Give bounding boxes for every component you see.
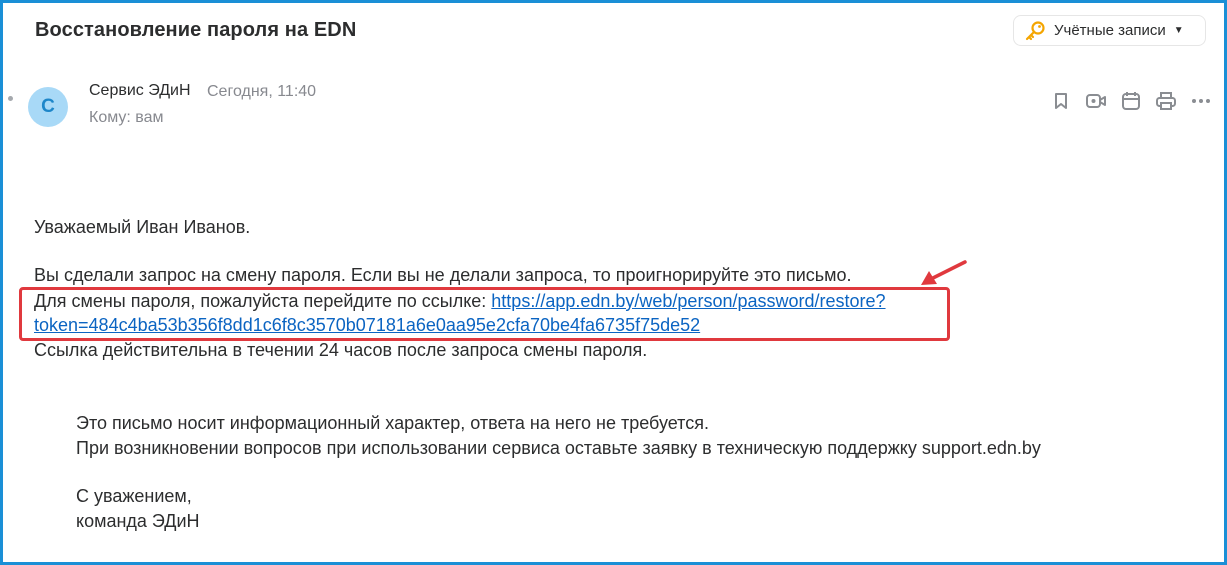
key-icon [1024, 20, 1046, 42]
info-notice: Это письмо носит информационный характер… [76, 413, 709, 433]
unread-indicator [8, 96, 13, 101]
message-date: Сегодня, 11:40 [207, 83, 317, 100]
request-notice: Вы сделали запрос на смену пароля. Если … [34, 265, 852, 285]
accounts-button[interactable]: Учётные записи ▼ [1013, 15, 1206, 46]
team-signature: команда ЭДиН [76, 511, 200, 531]
chevron-down-icon: ▼ [1173, 25, 1184, 36]
regards-text: С уважением, [76, 486, 192, 506]
bookmark-icon[interactable] [1049, 89, 1072, 112]
email-subject: Восстановление пароля на EDN [35, 19, 357, 41]
more-icon[interactable] [1189, 89, 1212, 112]
message-actions [1049, 89, 1212, 112]
calendar-icon[interactable] [1119, 89, 1142, 112]
link-validity-text: Ссылка действительна в течении 24 часов … [34, 340, 648, 360]
video-call-icon[interactable] [1084, 89, 1107, 112]
annotation-highlight-box [19, 287, 950, 341]
email-window: Восстановление пароля на EDN Учётные зап… [3, 3, 1224, 562]
recipient-line: Кому: вам [89, 109, 164, 126]
avatar[interactable]: С [28, 87, 68, 127]
print-icon[interactable] [1154, 89, 1177, 112]
annotation-arrow-icon [917, 259, 969, 294]
accounts-button-label: Учётные записи [1054, 22, 1166, 39]
sender-name[interactable]: Сервис ЭДиН [89, 82, 191, 100]
greeting-text: Уважаемый Иван Иванов. [34, 217, 251, 237]
support-notice: При возникновении вопросов при использов… [76, 438, 1041, 458]
